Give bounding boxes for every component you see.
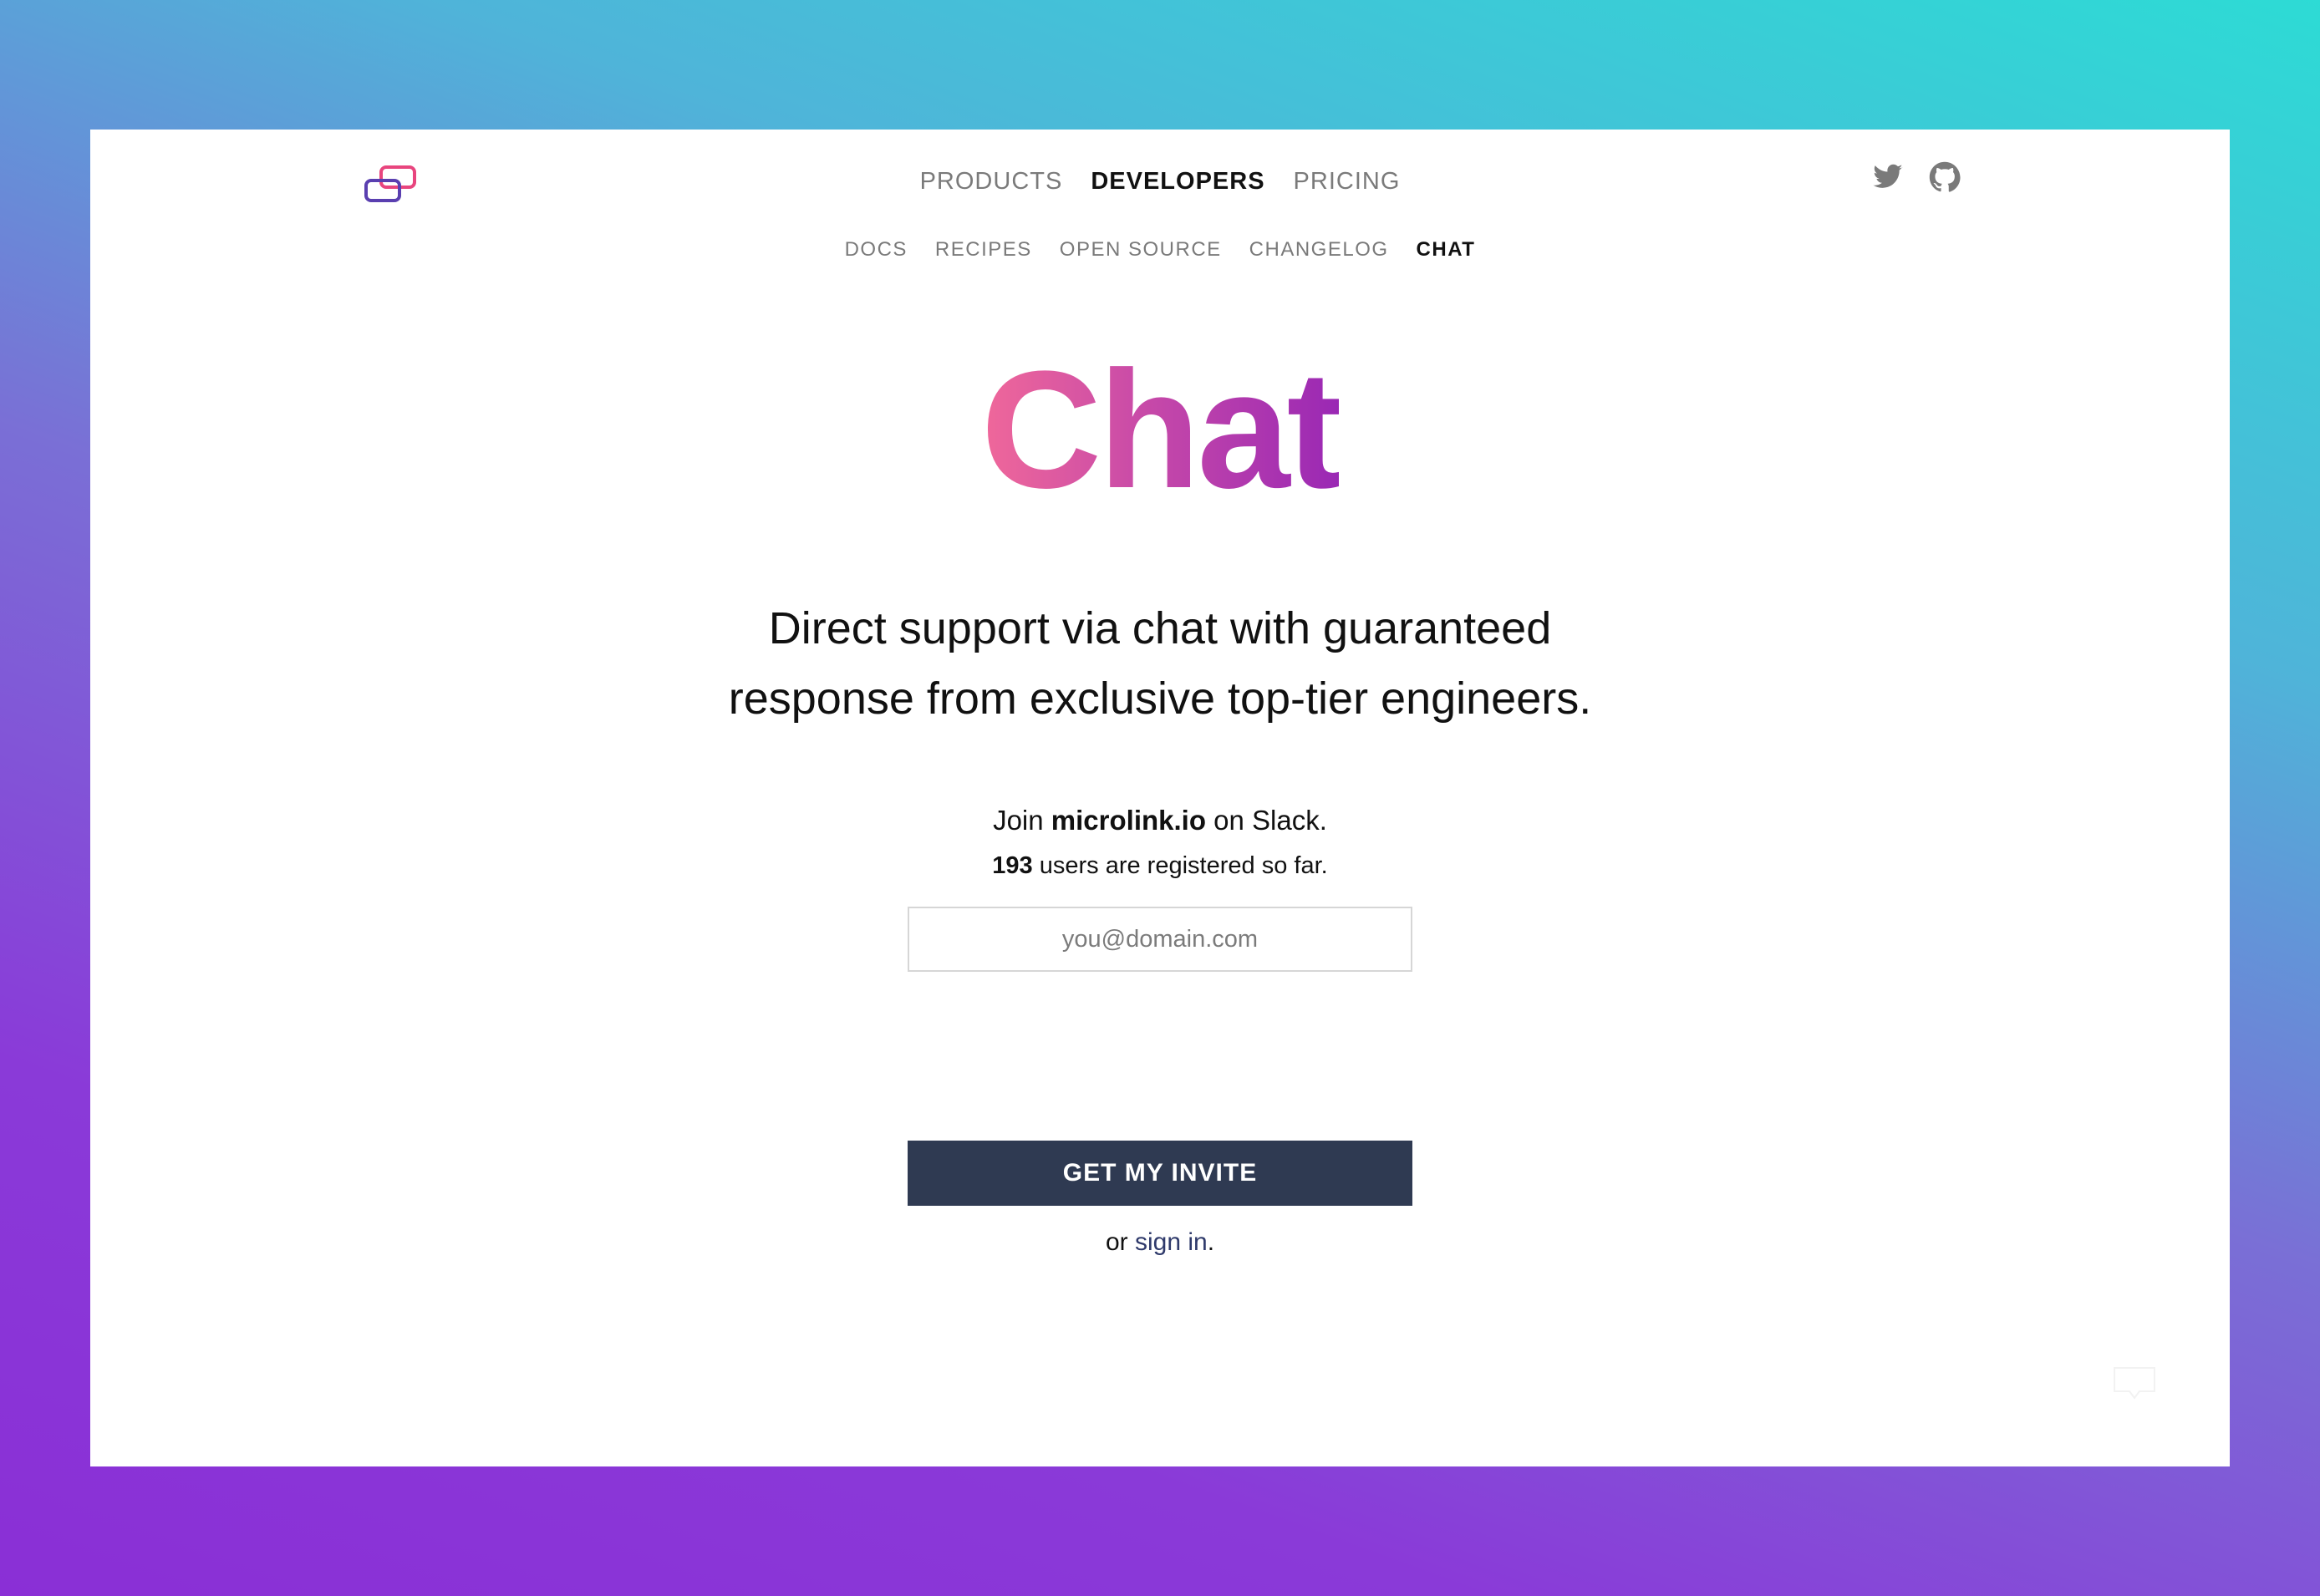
get-invite-button[interactable]: GET MY INVITE <box>908 1141 1412 1206</box>
social-links <box>1872 161 1961 193</box>
secondary-nav: DOCS RECIPES OPEN SOURCE CHANGELOG CHAT <box>90 238 2230 262</box>
join-text: Join microlink.io on Slack. <box>90 805 2230 836</box>
workspace-name: microlink.io <box>1051 805 1206 836</box>
github-icon[interactable] <box>1929 161 1961 193</box>
subtitle-line-2: response from exclusive top-tier enginee… <box>728 673 1592 724</box>
chat-bubble-icon[interactable] <box>2111 1365 2158 1403</box>
subnav-open-source[interactable]: OPEN SOURCE <box>1060 238 1222 262</box>
subnav-recipes[interactable]: RECIPES <box>935 238 1032 262</box>
signin-link[interactable]: sign in <box>1135 1228 1208 1256</box>
page-title-text: Chat <box>980 337 1342 523</box>
hero-subtitle: Direct support via chat with guaranteed … <box>90 593 2230 734</box>
signin-suffix: . <box>1207 1228 1215 1256</box>
email-input[interactable] <box>908 907 1412 972</box>
subnav-chat[interactable]: CHAT <box>1417 238 1476 262</box>
nav-products[interactable]: PRODUCTS <box>920 168 1063 196</box>
twitter-icon[interactable] <box>1872 161 1904 193</box>
users-suffix: users are registered so far. <box>1032 852 1328 879</box>
join-prefix: Join <box>993 805 1051 836</box>
subnav-changelog[interactable]: CHANGELOG <box>1249 238 1389 262</box>
page-title: Chat <box>90 347 2230 514</box>
registered-count-text: 193 users are registered so far. <box>90 852 2230 880</box>
subtitle-line-1: Direct support via chat with guaranteed <box>768 603 1552 653</box>
users-count: 193 <box>992 852 1033 879</box>
signin-text: or sign in. <box>90 1228 2230 1257</box>
join-suffix: on Slack. <box>1206 805 1327 836</box>
page-frame: PRODUCTS DEVELOPERS PRICING DOCS RECIPES… <box>90 130 2230 1466</box>
signin-prefix: or <box>1105 1228 1135 1256</box>
subnav-docs[interactable]: DOCS <box>845 238 908 262</box>
nav-developers[interactable]: DEVELOPERS <box>1091 168 1264 196</box>
nav-pricing[interactable]: PRICING <box>1294 168 1401 196</box>
